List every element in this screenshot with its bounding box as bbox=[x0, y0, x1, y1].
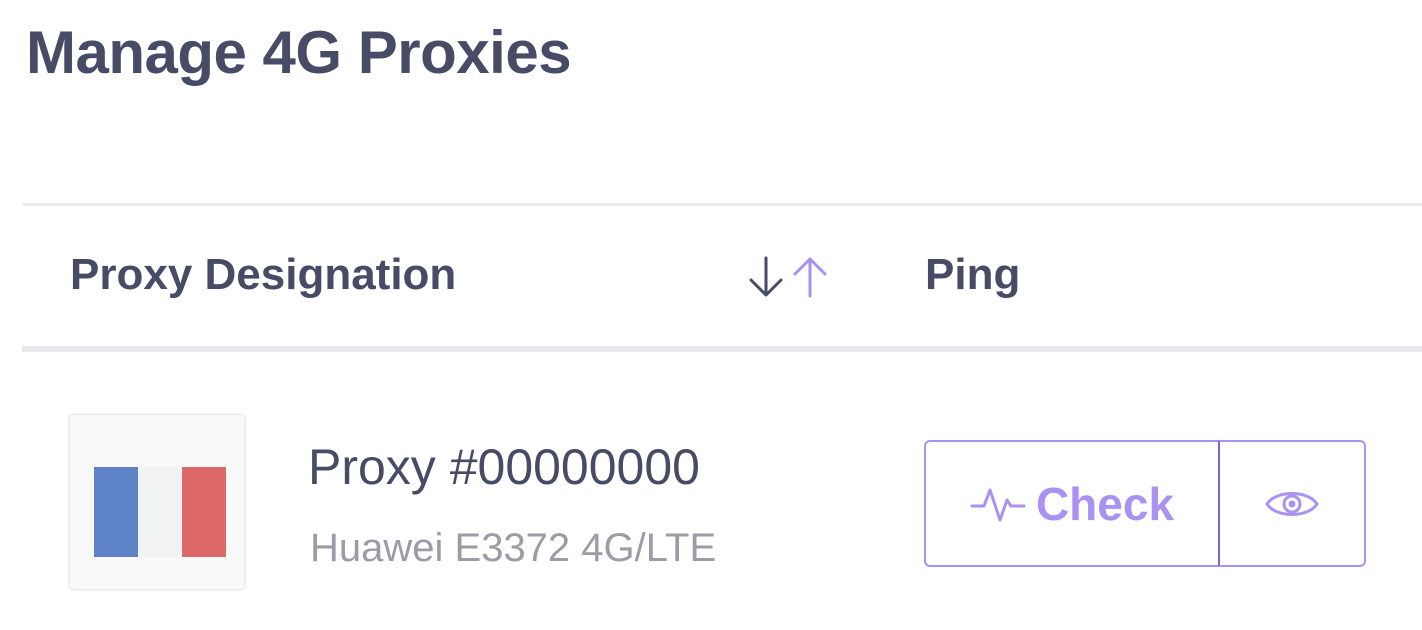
eye-icon bbox=[1264, 484, 1320, 524]
column-header-designation: Proxy Designation bbox=[70, 250, 457, 299]
proxy-model: Huawei E3372 4G/LTE bbox=[310, 526, 717, 570]
flag-stripe-blue bbox=[94, 467, 138, 557]
arrow-up-icon bbox=[789, 254, 831, 300]
sort-toggle[interactable] bbox=[745, 254, 835, 300]
page-title: Manage 4G Proxies bbox=[26, 19, 572, 86]
flag-box bbox=[68, 413, 246, 591]
flag-stripe-white bbox=[138, 467, 182, 557]
proxies-page: Manage 4G Proxies Proxy Designation Ping… bbox=[0, 0, 1422, 630]
view-button[interactable] bbox=[1218, 440, 1366, 567]
france-flag-icon bbox=[94, 467, 226, 557]
table-header-divider bbox=[22, 346, 1422, 352]
check-button-label: Check bbox=[1035, 477, 1175, 530]
column-header-ping: Ping bbox=[925, 250, 1021, 299]
arrow-down-icon bbox=[745, 254, 787, 300]
flag-stripe-red bbox=[182, 467, 226, 557]
proxy-name: Proxy #00000000 bbox=[308, 439, 700, 495]
table-top-divider bbox=[22, 203, 1422, 206]
ping-actions: Check bbox=[924, 440, 1366, 567]
activity-pulse-icon bbox=[970, 484, 1026, 524]
check-button[interactable]: Check bbox=[924, 440, 1218, 567]
